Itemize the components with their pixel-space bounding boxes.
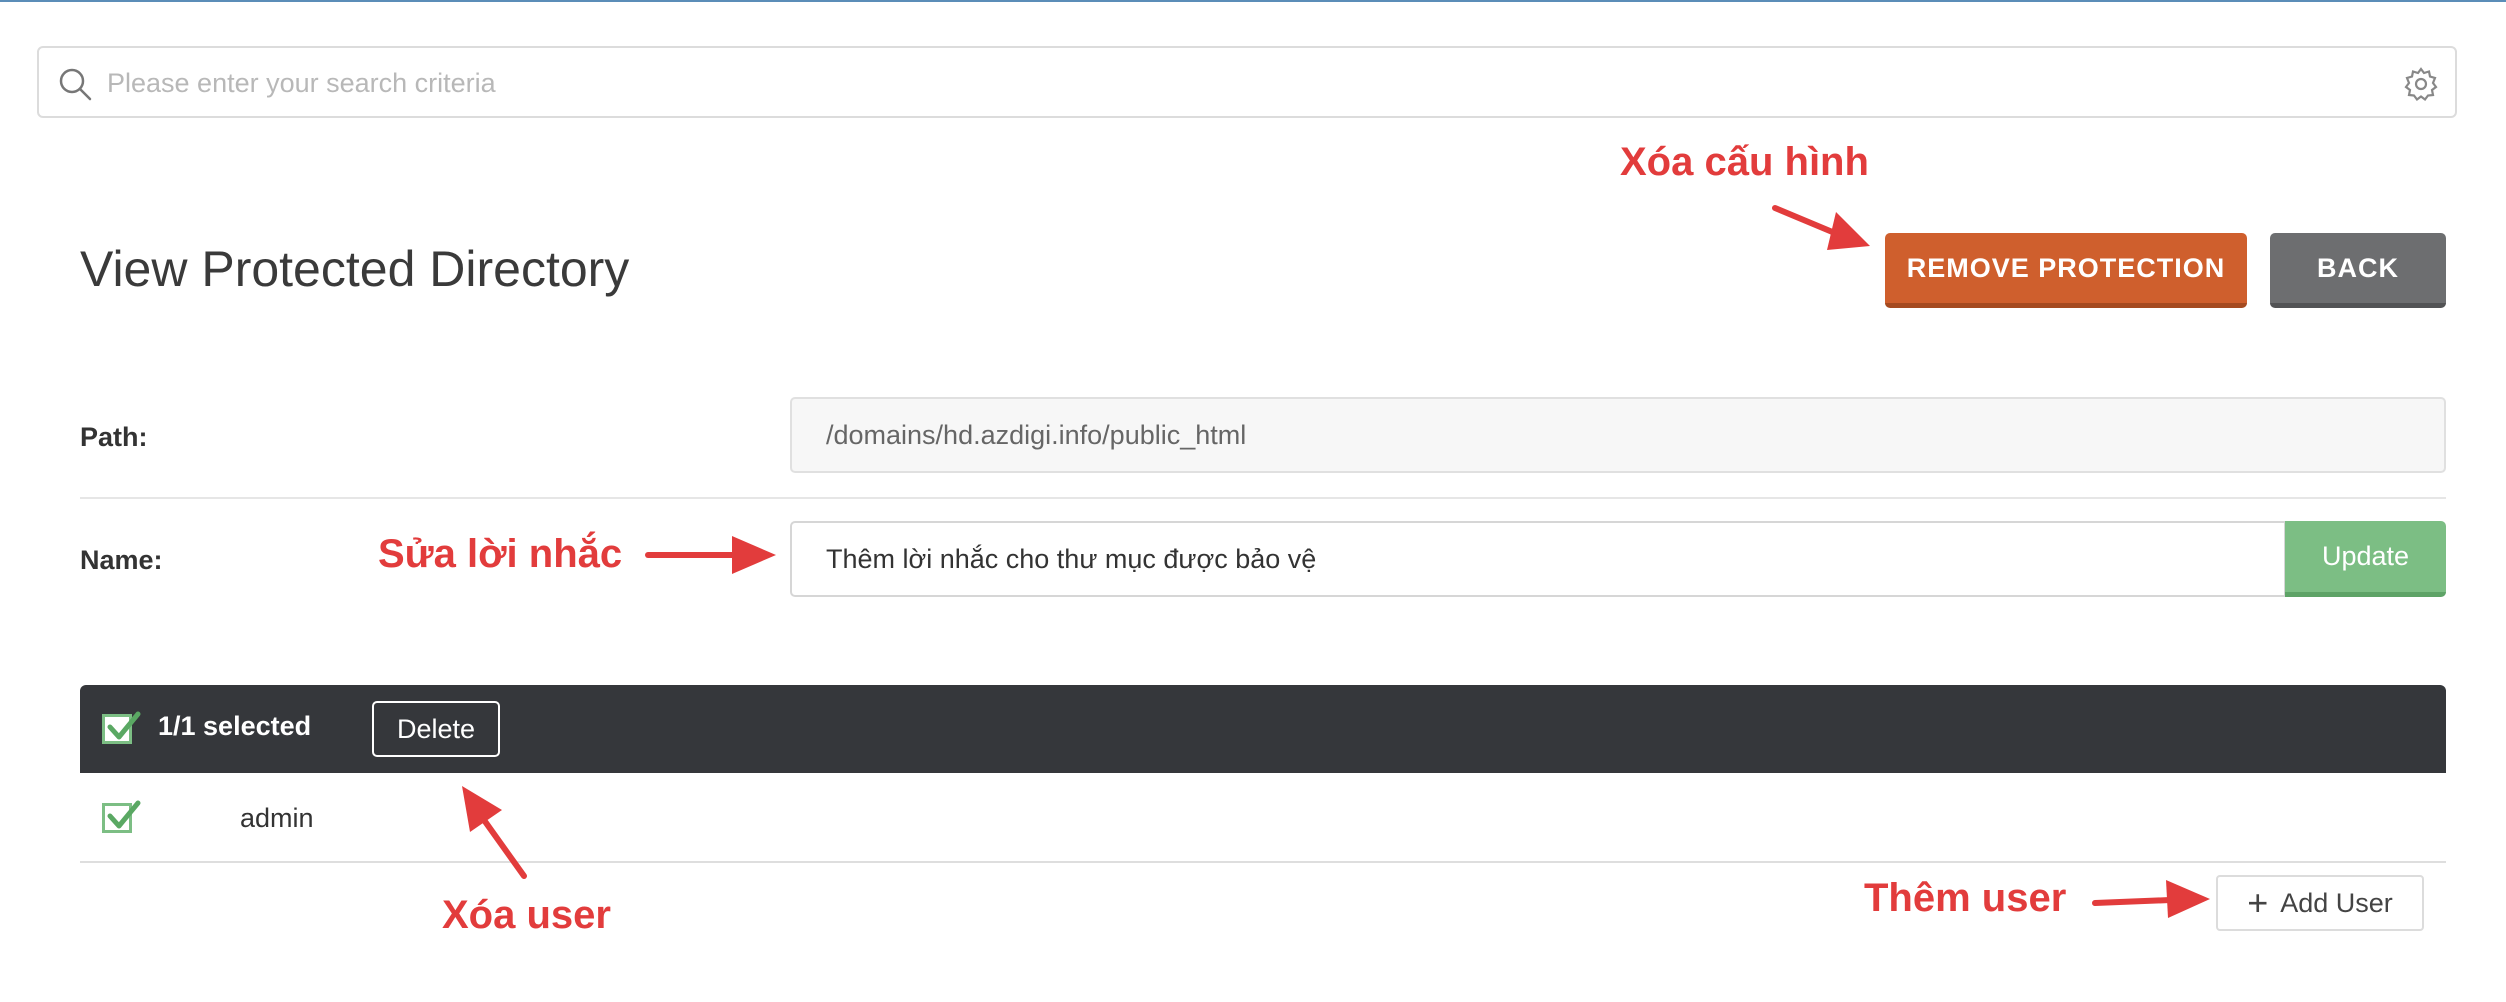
checkmark-icon (107, 800, 141, 829)
arrow-to-add (2092, 897, 2173, 906)
arrowhead-remove (1827, 212, 1870, 250)
name-input[interactable] (790, 521, 2286, 597)
username-cell: admin (240, 803, 314, 833)
search-input[interactable] (105, 58, 2359, 108)
row-checkbox[interactable] (102, 800, 141, 839)
top-border (0, 0, 2506, 2)
back-button[interactable]: BACK (2270, 233, 2446, 308)
annotation-edit-prompt: Sửa lời nhắc (378, 532, 623, 576)
remove-protection-button[interactable]: REMOVE PROTECTION (1885, 233, 2247, 308)
annotation-remove-config: Xóa cấu hình (1620, 140, 1869, 184)
row-divider (80, 497, 2446, 499)
annotation-delete-user: Xóa user (442, 893, 611, 937)
update-button[interactable]: Update (2285, 521, 2446, 597)
users-table-header: 1/1 selected Delete (80, 685, 2446, 773)
plus-icon: + (2247, 882, 2269, 923)
table-row: admin (80, 773, 2446, 863)
annotation-add-user: Thêm user (1864, 876, 2067, 920)
add-user-button[interactable]: + Add User (2216, 875, 2424, 931)
checkmark-icon (107, 711, 141, 740)
path-field: /domains/hd.azdigi.info/public_html (790, 397, 2446, 473)
search-bar (37, 46, 2457, 118)
path-label: Path: (80, 422, 148, 452)
add-user-label: Add User (2280, 887, 2393, 918)
search-icon (59, 68, 92, 101)
select-all-checkbox[interactable] (102, 711, 141, 750)
gear-icon[interactable] (2403, 66, 2439, 102)
arrowhead-name (732, 536, 776, 574)
arrowhead-add (2166, 880, 2210, 918)
delete-button[interactable]: Delete (372, 701, 500, 757)
name-label: Name: (80, 545, 163, 575)
page-title: View Protected Directory (80, 241, 630, 297)
selected-count: 1/1 selected (158, 711, 312, 741)
arrow-to-remove (1772, 205, 1845, 239)
